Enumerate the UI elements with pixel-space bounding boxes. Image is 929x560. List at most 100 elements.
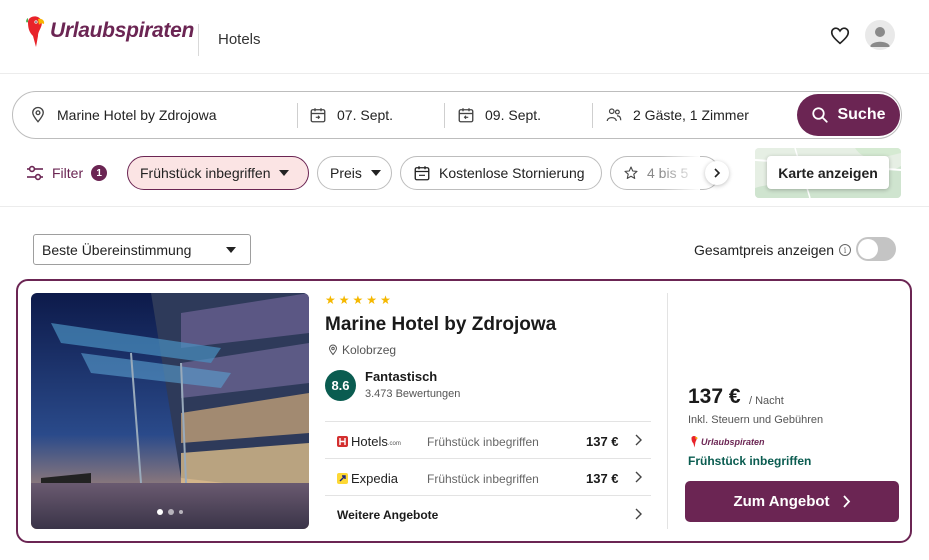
- calendar-out-icon: [458, 108, 474, 123]
- offer-description: Frühstück inbegriffen: [427, 435, 539, 449]
- offer-price: 137 €: [586, 471, 619, 486]
- hotel-name[interactable]: Marine Hotel by Zdrojowa: [325, 314, 556, 336]
- chevron-right-icon: [842, 495, 850, 508]
- brand-name: Urlaubspiraten: [50, 19, 194, 42]
- section-label[interactable]: Hotels: [218, 31, 261, 48]
- rating-word: Fantastisch: [365, 369, 438, 384]
- scroll-right-button[interactable]: [705, 161, 729, 185]
- chip-label: Preis: [330, 165, 362, 181]
- chip-price[interactable]: Preis: [317, 156, 392, 190]
- provider-suffix: .com: [387, 440, 401, 447]
- chevron-right-icon: [635, 471, 642, 483]
- chip-label: Kostenlose Stornierung: [439, 165, 585, 181]
- chip-free-cancellation[interactable]: Kostenlose Stornierung: [400, 156, 602, 190]
- pagination-dot[interactable]: [168, 509, 174, 515]
- guests-icon: [606, 108, 622, 122]
- parrot-logo-icon: [26, 16, 45, 47]
- offer-row-hotels[interactable]: Hotels .com Frühstück inbegriffen 137 €: [325, 421, 651, 458]
- checkout-value: 09. Sept.: [485, 107, 542, 123]
- total-price-toggle[interactable]: [856, 237, 896, 261]
- toggle-knob: [858, 239, 878, 259]
- top-header: Urlaubspiraten Hotels: [0, 0, 929, 74]
- guests-value: 2 Gäste, 1 Zimmer: [633, 107, 749, 123]
- filter-row: Filter 1 Frühstück inbegriffen Preis Kos…: [0, 148, 929, 198]
- best-price: 137 €: [688, 385, 741, 408]
- chevron-right-icon: [635, 508, 642, 520]
- search-divider: [444, 103, 445, 128]
- hotels-com-icon: [337, 436, 348, 447]
- chevron-right-icon: [714, 168, 721, 178]
- user-avatar-icon[interactable]: [865, 20, 895, 50]
- destination-value: Marine Hotel by Zdrojowa: [57, 107, 217, 123]
- offer-price: 137 €: [586, 434, 619, 449]
- parrot-logo-icon: [691, 436, 698, 448]
- destination-field[interactable]: Marine Hotel by Zdrojowa: [29, 92, 299, 138]
- chevron-right-icon: [635, 434, 642, 446]
- checkin-value: 07. Sept.: [337, 107, 394, 123]
- sort-value: Beste Übereinstimmung: [42, 241, 192, 258]
- search-button-label: Suche: [837, 106, 886, 123]
- search-divider: [592, 103, 593, 128]
- search-button[interactable]: Suche: [797, 94, 900, 136]
- section-divider: [0, 206, 929, 207]
- chevron-down-icon: [370, 170, 381, 176]
- location-pin-icon: [328, 344, 338, 356]
- search-bar: Marine Hotel by Zdrojowa 07. Sept. 09. S…: [12, 91, 902, 139]
- photo-pagination[interactable]: [31, 509, 309, 515]
- star-outline-icon: [624, 166, 638, 179]
- star-icon: ★: [352, 293, 364, 307]
- best-includes: Frühstück inbegriffen: [688, 454, 812, 468]
- pagination-dot[interactable]: [179, 510, 183, 514]
- best-provider-name: Urlaubspiraten: [701, 436, 765, 447]
- provider-logo: Hotels .com: [337, 434, 401, 449]
- show-map-button[interactable]: Karte anzeigen: [767, 156, 889, 189]
- review-count: 3.473 Bewertungen: [365, 388, 461, 400]
- total-price-label: Gesamtpreis anzeigen i: [694, 242, 852, 258]
- provider-name: Hotels: [351, 434, 388, 449]
- guests-field[interactable]: 2 Gäste, 1 Zimmer: [605, 92, 785, 138]
- checkin-field[interactable]: 07. Sept.: [309, 92, 444, 138]
- sliders-icon: [27, 165, 43, 181]
- pagination-dot[interactable]: [157, 509, 163, 515]
- chip-breakfast[interactable]: Frühstück inbegriffen: [127, 156, 309, 190]
- checkout-field[interactable]: 09. Sept.: [457, 92, 592, 138]
- more-offers-label: Weitere Angebote: [337, 508, 439, 522]
- offer-row-expedia[interactable]: Expedia Frühstück inbegriffen 137 €: [325, 458, 651, 495]
- search-icon: [812, 107, 829, 123]
- chevron-down-icon: [226, 247, 236, 253]
- calendar-in-icon: [310, 108, 326, 123]
- filter-button[interactable]: Filter 1: [26, 156, 108, 190]
- filter-count-badge: 1: [91, 165, 108, 181]
- calendar-check-icon: [414, 166, 430, 181]
- sort-select[interactable]: Beste Übereinstimmung: [33, 234, 251, 265]
- chevron-down-icon: [279, 170, 290, 176]
- chip-label: Frühstück inbegriffen: [140, 165, 271, 181]
- taxes-note: Inkl. Steuern und Gebühren: [688, 414, 824, 426]
- star-rating: ★ ★ ★ ★ ★: [325, 294, 391, 306]
- star-icon: ★: [338, 293, 350, 307]
- header-divider: [198, 24, 199, 56]
- filter-label: Filter: [52, 165, 84, 181]
- view-deal-button[interactable]: Zum Angebot: [685, 481, 899, 522]
- hotel-image: [31, 293, 309, 529]
- best-provider-logo: Urlaubspiraten: [690, 435, 765, 448]
- expedia-icon: [337, 473, 348, 484]
- info-icon[interactable]: i: [839, 244, 852, 256]
- star-icon: ★: [325, 293, 336, 307]
- deal-button-label: Zum Angebot: [733, 493, 830, 510]
- hotel-card[interactable]: ★ ★ ★ ★ ★ Marine Hotel by Zdrojowa Kolob…: [16, 279, 912, 543]
- total-price-text: Gesamtpreis anzeigen: [694, 242, 835, 258]
- hotel-location: Kolobrzeg: [327, 343, 396, 357]
- provider-name: Expedia: [351, 471, 398, 486]
- rating-score: 8.6: [325, 370, 356, 401]
- brand-logo[interactable]: Urlaubspiraten: [24, 14, 194, 48]
- per-night-label: / Nacht: [749, 395, 784, 407]
- hotel-photo[interactable]: [31, 293, 309, 529]
- heart-icon[interactable]: [829, 25, 851, 47]
- location-text: Kolobrzeg: [342, 343, 397, 357]
- offer-description: Frühstück inbegriffen: [427, 472, 539, 486]
- provider-logo: Expedia: [337, 471, 398, 486]
- more-offers-row[interactable]: Weitere Angebote: [325, 495, 651, 532]
- star-icon: ★: [380, 293, 391, 307]
- star-icon: ★: [366, 293, 378, 307]
